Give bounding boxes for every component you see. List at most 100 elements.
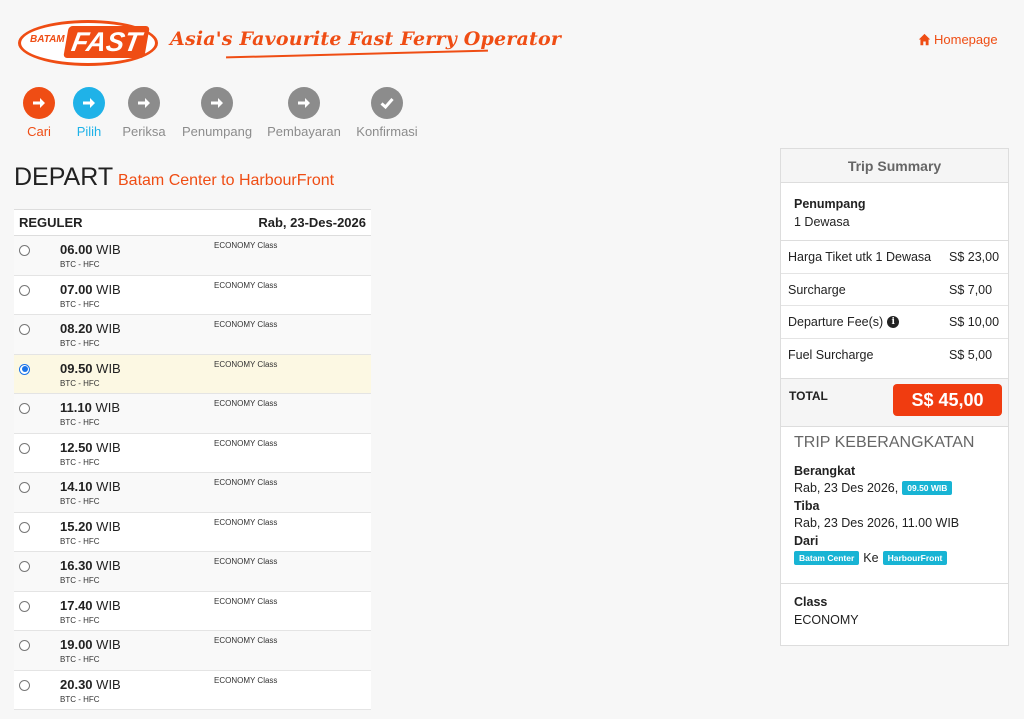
trip-radio[interactable]	[19, 561, 30, 572]
to-word: Ke	[863, 550, 879, 565]
route-code: BTC - HFC	[60, 418, 100, 427]
departure-time: 17.40 WIB	[60, 597, 121, 613]
trip-summary-panel: Trip Summary Penumpang 1 Dewasa Harga Ti…	[780, 148, 1009, 646]
fee-amount: S$ 23,00	[949, 250, 1000, 264]
schedule-row[interactable]: 20.30 WIB BTC - HFC ECONOMY Class	[14, 670, 371, 710]
info-icon[interactable]: i	[887, 316, 900, 328]
schedule-row[interactable]: 15.20 WIB BTC - HFC ECONOMY Class	[14, 512, 371, 552]
depart-time-badge: 09.50 WIB	[902, 480, 953, 495]
schedule-row[interactable]: 11.10 WIB BTC - HFC ECONOMY Class	[14, 394, 371, 434]
departure-time: 11.10 WIB	[60, 400, 121, 415]
passenger-value: 1 Dewasa	[794, 215, 850, 229]
class-label: ECONOMY Class	[214, 478, 278, 487]
route-code: BTC - HFC	[60, 339, 100, 348]
trip-radio[interactable]	[19, 679, 30, 691]
from-label: Dari	[794, 533, 819, 548]
route-code: BTC - HFC	[60, 497, 100, 506]
departure-time: 15.20 WIB	[60, 518, 121, 534]
depart-label: Berangkat	[794, 463, 856, 478]
trip-radio[interactable]	[19, 640, 30, 651]
passenger-section: Penumpang 1 Dewasa	[781, 183, 1008, 241]
trip-radio[interactable]	[19, 403, 30, 414]
logo-text-big: FAST	[63, 26, 150, 58]
homepage-link[interactable]: Homepage	[918, 32, 998, 47]
class-value: ECONOMY	[794, 612, 859, 627]
tagline: Asia's Favourite Fast Ferry Operator	[170, 28, 562, 50]
passenger-label: Penumpang	[794, 197, 866, 211]
schedule-row[interactable]: 08.20 WIB BTC - HFC ECONOMY Class	[14, 315, 371, 355]
schedule-row[interactable]: 12.50 WIB BTC - HFC ECONOMY Class	[14, 433, 371, 473]
step-label: Pilih	[76, 124, 102, 139]
arrive-value: Rab, 23 Des 2026, 11.00 WIB	[794, 515, 960, 530]
class-label: ECONOMY Class	[214, 320, 278, 329]
schedule-row[interactable]: 14.10 WIB BTC - HFC ECONOMY Class	[14, 473, 371, 513]
departure-time: 19.00 WIB	[60, 637, 121, 652]
tagline-underline	[226, 49, 488, 59]
arrow-right-icon	[298, 98, 310, 108]
total-value: S$ 45,00	[893, 383, 1002, 416]
arrow-right-icon	[83, 98, 95, 108]
class-label: Class	[794, 594, 828, 609]
trip-radio[interactable]	[19, 600, 30, 612]
trip-radio[interactable]	[19, 482, 30, 493]
arrow-right-icon	[138, 98, 150, 108]
class-section: Class ECONOMY	[781, 584, 1008, 627]
trip-radio[interactable]	[19, 521, 30, 533]
trip-radio[interactable]	[19, 245, 30, 256]
trip-radio[interactable]	[19, 363, 30, 375]
schedule-row[interactable]: 17.40 WIB BTC - HFC ECONOMY Class	[14, 591, 371, 631]
from-to-row: Batam Center Ke HarbourFront	[794, 550, 1008, 565]
depart-date: Rab, 23 Des 2026,	[794, 480, 899, 495]
class-label: ECONOMY Class	[214, 636, 278, 645]
class-label: ECONOMY Class	[214, 517, 278, 527]
route-code: BTC - HFC	[60, 615, 100, 625]
schedule-row[interactable]: 07.00 WIB BTC - HFC ECONOMY Class	[14, 275, 371, 315]
step-circle	[371, 87, 403, 119]
trip-departure-section: TRIP KEBERANGKATAN Berangkat Rab, 23 Des…	[781, 427, 1008, 584]
depart-route: Batam Center to HarbourFront	[118, 172, 335, 189]
travel-date: Rab, 23-Des-2026	[258, 215, 366, 230]
trip-radio[interactable]	[19, 324, 30, 335]
trip-radio[interactable]	[19, 284, 30, 296]
fee-row-surcharge: Surcharge S$ 7,00	[781, 274, 1008, 306]
fee-row-ticket: Harga Tiket utk 1 Dewasa S$ 23,00	[781, 241, 1008, 274]
class-label: ECONOMY Class	[214, 675, 278, 685]
step-circle	[128, 87, 160, 119]
departure-time: 16.30 WIB	[60, 558, 121, 573]
class-label: ECONOMY Class	[214, 438, 278, 448]
step-label: Konfirmasi	[356, 124, 418, 139]
total-row: TOTAL S$ 45,00	[781, 378, 1008, 427]
batamfast-logo[interactable]: BATAM FAST	[18, 20, 158, 66]
trip-radio[interactable]	[19, 442, 30, 454]
step-label: Periksa	[122, 124, 166, 139]
route-code: BTC - HFC	[60, 260, 100, 269]
departure-time: 20.30 WIB	[60, 676, 121, 692]
route-code: BTC - HFC	[60, 576, 100, 585]
route-code: BTC - HFC	[60, 536, 100, 546]
fee-name: Surcharge	[788, 282, 846, 297]
schedule-row[interactable]: 16.30 WIB BTC - HFC ECONOMY Class	[14, 552, 371, 592]
fee-name: Fuel Surcharge	[788, 347, 874, 362]
step-label: Penumpang	[181, 124, 253, 139]
destination-badge: HarbourFront	[882, 550, 948, 565]
route-code: BTC - HFC	[60, 694, 100, 704]
fee-name: Departure Fee(s)	[788, 315, 884, 329]
fare-type-label: REGULER	[19, 215, 83, 230]
schedule-row[interactable]: 06.00 WIB BTC - HFC ECONOMY Class	[14, 236, 371, 276]
departure-time: 08.20 WIB	[60, 321, 121, 336]
step-penumpang[interactable]: Penumpang	[172, 87, 262, 139]
class-label: ECONOMY Class	[214, 241, 278, 250]
departure-time: 12.50 WIB	[60, 439, 121, 455]
schedule-table: REGULER Rab, 23-Des-2026 06.00 WIB BTC - …	[14, 209, 371, 710]
check-icon	[380, 98, 394, 110]
schedule-rows: 06.00 WIB BTC - HFC ECONOMY Class 07.00 WIB…	[14, 236, 371, 710]
logo-text-small: BATAM	[30, 34, 65, 45]
class-label: ECONOMY Class	[214, 280, 278, 290]
route-code: BTC - HFC	[60, 299, 100, 309]
fee-row-departure: Departure Fee(s) i S$ 10,00	[781, 306, 1008, 339]
step-konfirmasi[interactable]: Konfirmasi	[342, 87, 432, 139]
fee-amount: S$ 7,00	[949, 282, 993, 297]
schedule-row[interactable]: 09.50 WIB BTC - HFC ECONOMY Class	[14, 354, 371, 394]
schedule-row[interactable]: 19.00 WIB BTC - HFC ECONOMY Class	[14, 631, 371, 671]
step-pembayaran[interactable]: Pembayaran	[259, 87, 349, 139]
